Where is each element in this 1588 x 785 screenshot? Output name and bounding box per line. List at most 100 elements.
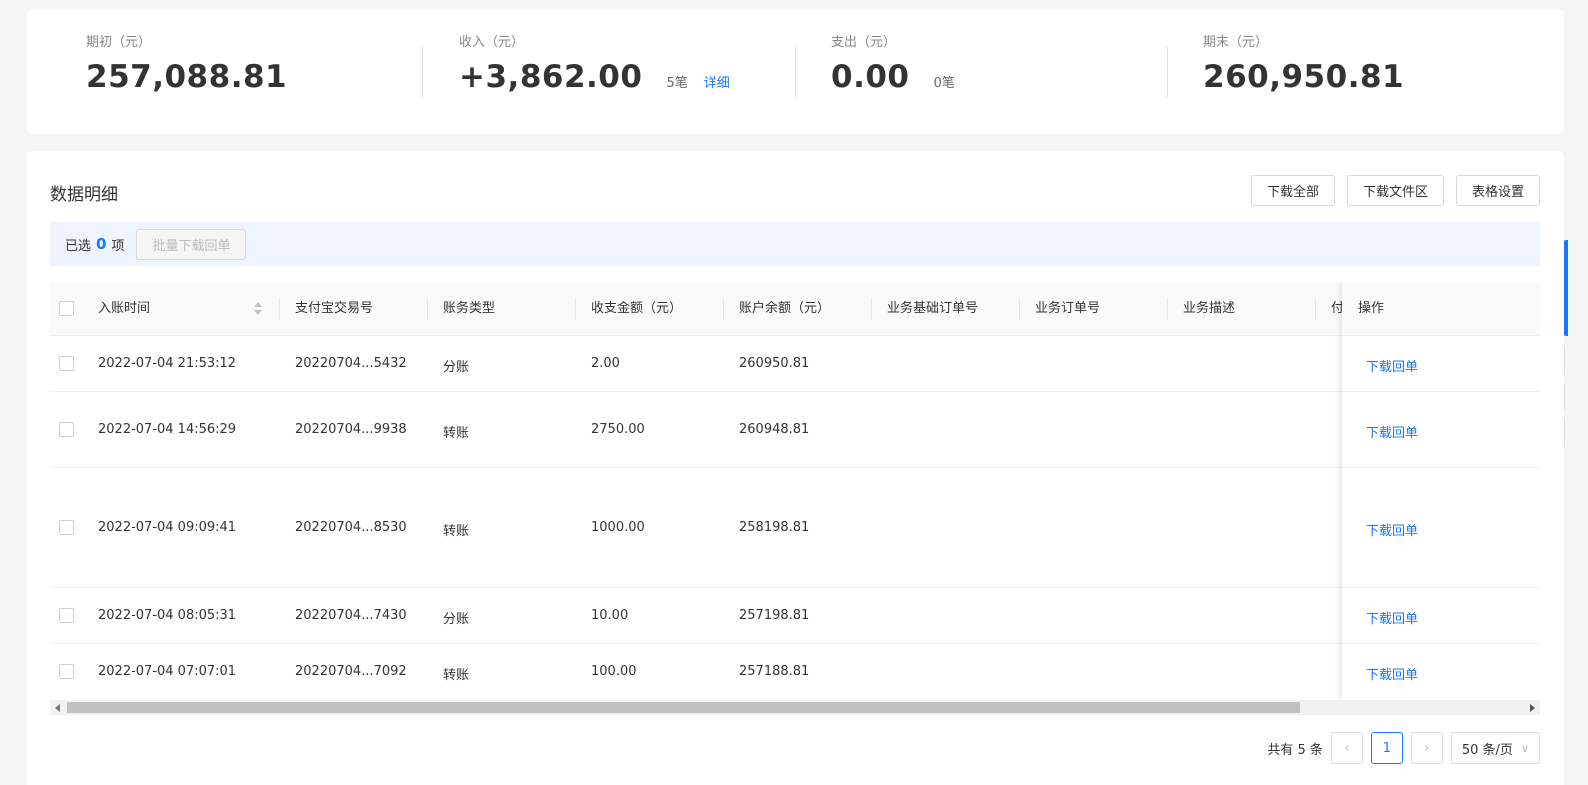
divider — [795, 47, 796, 97]
stat-income-label: 收入（元） — [459, 35, 525, 50]
download-receipt-link[interactable]: 下载回单 — [1366, 664, 1418, 683]
cell-amount: 2.00 — [591, 356, 620, 371]
cell-type: 分账 — [443, 360, 470, 375]
sort-icon[interactable] — [254, 302, 262, 316]
side-divider — [1564, 384, 1568, 410]
cell-trade-no: 20220704...7430 — [295, 608, 407, 623]
divider — [1167, 47, 1168, 97]
action-cell: 下载回单 — [1342, 336, 1540, 392]
download-receipt-link[interactable]: 下载回单 — [1366, 608, 1418, 627]
col-balance: 账户余额（元） — [739, 301, 831, 316]
detail-title: 数据明细 — [50, 185, 118, 205]
chevron-left-icon: ‹ — [1344, 740, 1350, 756]
download-receipt-link[interactable]: 下载回单 — [1366, 422, 1418, 441]
next-page-button[interactable]: › — [1410, 732, 1443, 764]
stat-income: 收入（元） +3,862.00 5笔 详细 — [459, 35, 730, 110]
col-amount: 收支金额（元） — [591, 301, 683, 316]
selection-prefix: 已选 — [65, 238, 92, 254]
download-all-button[interactable]: 下载全部 — [1250, 175, 1335, 206]
income-detail-link[interactable]: 详细 — [704, 72, 730, 91]
col-base-order: 业务基础订单号 — [887, 301, 979, 316]
col-trade-no: 支付宝交易号 — [295, 301, 374, 316]
table-header: 入账时间 支付宝交易号 账务类型 收支金额（元） 账户余额（元） 业务基础订单号… — [50, 282, 1540, 336]
table-row: 2022-07-04 07:07:01 20220704...7092 转账 1… — [50, 644, 1540, 700]
horizontal-scrollbar[interactable] — [50, 700, 1540, 715]
stat-opening: 期初（元） 257,088.81 — [86, 35, 287, 110]
bulk-download-button[interactable]: 批量下载回单 — [136, 228, 247, 260]
row-checkbox[interactable] — [59, 520, 74, 535]
stat-opening-value: 257,088.81 — [86, 59, 288, 95]
cell-amount: 10.00 — [591, 608, 629, 623]
stat-income-value: +3,862.00 — [459, 59, 643, 95]
stat-expense-value: 0.00 — [831, 59, 910, 95]
cell-time: 2022-07-04 07:07:01 — [98, 664, 237, 679]
cell-type: 转账 — [443, 524, 470, 539]
cell-trade-no: 20220704...7092 — [295, 664, 407, 679]
row-checkbox[interactable] — [59, 664, 74, 679]
scroll-right-icon[interactable] — [1530, 704, 1535, 712]
cell-amount: 1000.00 — [591, 520, 645, 535]
download-area-button[interactable]: 下载文件区 — [1346, 175, 1444, 206]
divider — [422, 47, 423, 97]
stat-expense: 支出（元） 0.00 0笔 — [831, 35, 955, 110]
prev-page-button[interactable]: ‹ — [1330, 732, 1363, 764]
stat-opening-label: 期初（元） — [86, 35, 152, 50]
selection-bar: 已选 0 项 批量下载回单 — [50, 222, 1540, 266]
cell-time: 2022-07-04 08:05:31 — [98, 608, 237, 623]
chevron-down-icon: ∨ — [1520, 741, 1529, 755]
cell-amount: 2750.00 — [591, 422, 645, 437]
table-row: 2022-07-04 14:56:29 20220704...9938 转账 2… — [50, 392, 1540, 468]
page-button[interactable]: 1 — [1370, 732, 1403, 764]
side-tab[interactable] — [1564, 240, 1568, 336]
row-checkbox[interactable] — [59, 422, 74, 437]
scrollbar-thumb[interactable] — [67, 702, 1300, 713]
action-cell: 下载回单 — [1342, 644, 1540, 700]
data-table: 入账时间 支付宝交易号 账务类型 收支金额（元） 账户余额（元） 业务基础订单号… — [50, 282, 1540, 700]
row-checkbox[interactable] — [59, 356, 74, 371]
cell-type: 转账 — [443, 426, 470, 441]
select-all-checkbox[interactable] — [59, 301, 74, 316]
col-time[interactable]: 入账时间 — [98, 282, 150, 336]
cell-balance: 260950.81 — [739, 356, 810, 371]
cell-trade-no: 20220704...5432 — [295, 356, 407, 371]
cell-trade-no: 20220704...8530 — [295, 520, 407, 535]
summary-card: 期初（元） 257,088.81 收入（元） +3,862.00 5笔 详细 支… — [27, 9, 1564, 134]
action-column: 操作 下载回单 下载回单 下载回单 下载回单 下载回单 — [1342, 282, 1540, 700]
action-cell: 下载回单 — [1342, 468, 1540, 588]
table-row: 2022-07-04 09:09:41 20220704...8530 转账 1… — [50, 468, 1540, 588]
scroll-left-icon[interactable] — [55, 704, 60, 712]
chevron-right-icon: › — [1424, 740, 1430, 756]
cell-type: 转账 — [443, 668, 470, 683]
cell-trade-no: 20220704...9938 — [295, 422, 407, 437]
cell-time: 2022-07-04 21:53:12 — [98, 356, 237, 371]
stat-expense-label: 支出（元） — [831, 35, 897, 50]
page-size-select[interactable]: 50 条/页 ∨ — [1450, 732, 1540, 764]
download-receipt-link[interactable]: 下载回单 — [1366, 356, 1418, 375]
stat-closing: 期末（元） 260,950.81 — [1203, 35, 1404, 110]
stat-income-count: 5笔 — [666, 76, 688, 91]
selection-count: 0 — [96, 235, 107, 253]
stat-closing-label: 期末（元） — [1203, 35, 1269, 50]
toolbar: 下载全部 下载文件区 表格设置 — [1250, 175, 1540, 206]
row-checkbox[interactable] — [59, 608, 74, 623]
cell-balance: 258198.81 — [739, 520, 810, 535]
cell-balance: 257198.81 — [739, 608, 810, 623]
side-divider — [1564, 348, 1568, 374]
cell-amount: 100.00 — [591, 664, 637, 679]
table-settings-button[interactable]: 表格设置 — [1455, 175, 1540, 206]
selection-suffix: 项 — [111, 238, 125, 254]
cell-time: 2022-07-04 14:56:29 — [98, 422, 237, 437]
cell-balance: 260948.81 — [739, 422, 810, 437]
col-desc: 业务描述 — [1183, 301, 1236, 316]
cell-time: 2022-07-04 09:09:41 — [98, 520, 237, 535]
pagination: 共有 5 条 ‹ 1 › 50 条/页 ∨ — [1267, 732, 1540, 764]
action-cell: 下载回单 — [1342, 392, 1540, 468]
stat-expense-count: 0笔 — [933, 76, 955, 91]
action-cell: 下载回单 — [1342, 588, 1540, 644]
cell-balance: 257188.81 — [739, 664, 810, 679]
download-receipt-link[interactable]: 下载回单 — [1366, 520, 1418, 539]
total-count: 共有 5 条 — [1267, 742, 1323, 758]
side-divider — [1564, 420, 1568, 446]
col-action: 操作 — [1342, 282, 1540, 336]
table-row: 2022-07-04 21:53:12 20220704...5432 分账 2… — [50, 336, 1540, 392]
